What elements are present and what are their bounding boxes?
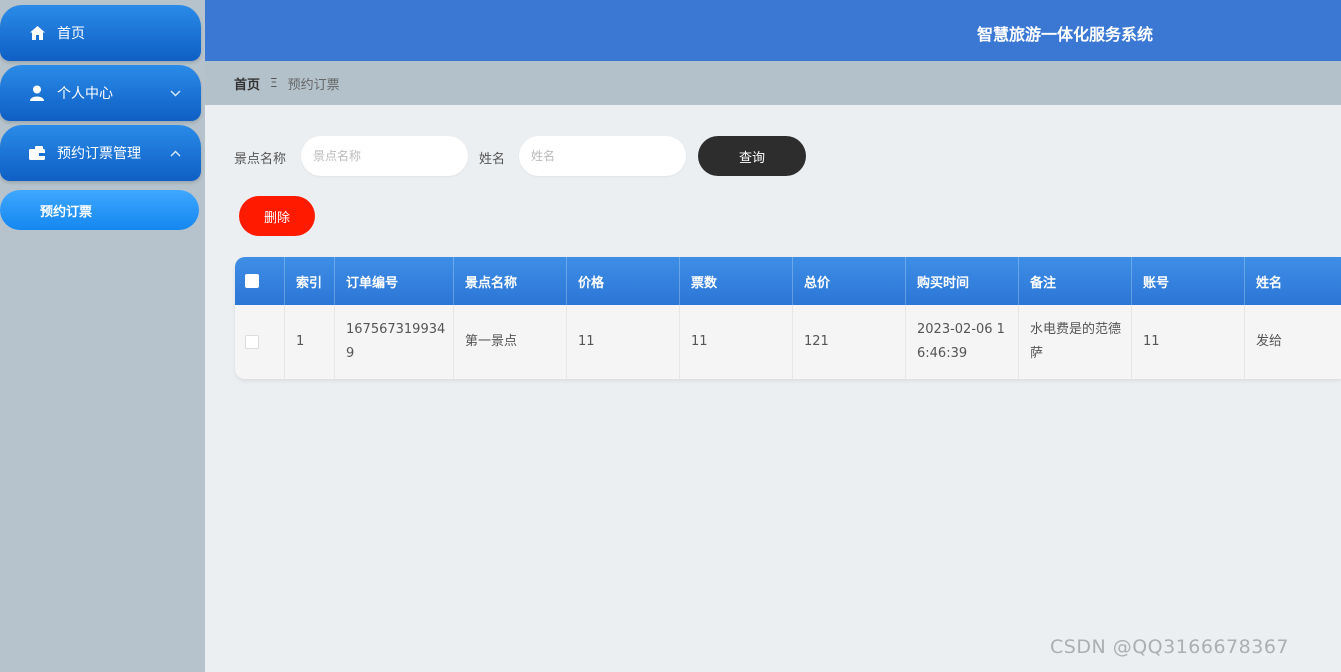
breadcrumb-current: 预约订票 — [287, 77, 340, 93]
sidebar-item-booking-management[interactable]: 预约订票管理 — [0, 125, 201, 181]
orders-table: 索引 订单编号 景点名称 价格 票数 总价 购买时间 备注 账号 姓名 1 16… — [235, 257, 1341, 379]
breadcrumb-home[interactable]: 首页 — [234, 74, 260, 93]
column-header: 订单编号 — [335, 257, 454, 305]
user-icon — [29, 85, 45, 101]
sidebar-item-label: 预约订票管理 — [57, 146, 141, 162]
column-header: 账号 — [1132, 257, 1245, 305]
sidebar-item-home[interactable]: 首页 — [0, 5, 201, 61]
table-cell: 1675673199349 — [335, 305, 454, 379]
spot-name-input[interactable] — [301, 136, 468, 176]
home-icon — [29, 25, 45, 41]
table-cell: 11 — [680, 305, 793, 379]
table-cell: 第一景点 — [454, 305, 567, 379]
query-button[interactable]: 查询 — [698, 136, 806, 176]
chevron-down-icon — [169, 87, 181, 99]
app-title: 智慧旅游一体化服务系统 — [977, 25, 1154, 44]
sidebar-item-label: 首页 — [57, 26, 85, 42]
spot-name-label: 景点名称 — [234, 152, 287, 167]
row-checkbox[interactable] — [245, 335, 259, 349]
name-label: 姓名 — [479, 152, 506, 167]
breadcrumb-separator-icon: Ξ — [270, 76, 278, 90]
sidebar-subitem-booking[interactable]: 预约订票 — [0, 190, 199, 230]
column-header: 票数 — [680, 257, 793, 305]
column-header: 索引 — [285, 257, 335, 305]
top-header: 智慧旅游一体化服务系统 — [205, 0, 1341, 61]
table-cell: 121 — [793, 305, 906, 379]
main-content: 景点名称 姓名 查询 删除 索引 订单编号 景点名称 价格 票数 总价 购买时间… — [205, 105, 1341, 672]
sidebar: 首页 个人中心 预约订票管理 预约订票 — [0, 0, 205, 672]
select-all-checkbox-cell — [235, 257, 285, 305]
column-header: 景点名称 — [454, 257, 567, 305]
table-cell: 11 — [567, 305, 680, 379]
column-header: 购买时间 — [906, 257, 1019, 305]
select-all-checkbox[interactable] — [245, 274, 259, 288]
table-header: 索引 订单编号 景点名称 价格 票数 总价 购买时间 备注 账号 姓名 — [235, 257, 1341, 305]
breadcrumb: 首页 Ξ 预约订票 — [205, 61, 1341, 105]
name-input[interactable] — [519, 136, 686, 176]
chevron-up-icon — [169, 147, 181, 159]
table-row[interactable]: 1 1675673199349 第一景点 11 11 121 2023-02-0… — [235, 305, 1341, 379]
table-cell: 1 — [285, 305, 335, 379]
delete-button[interactable]: 删除 — [239, 196, 315, 236]
table-cell: 2023-02-06 16:46:39 — [906, 305, 1019, 379]
table-cell: 水电费是的范德萨 — [1019, 305, 1132, 379]
watermark: CSDN @QQ3166678367 — [1050, 636, 1290, 658]
table-cell: 11 — [1132, 305, 1245, 379]
column-header: 备注 — [1019, 257, 1132, 305]
column-header: 姓名 — [1256, 275, 1283, 291]
table-cell: 发给 — [1256, 334, 1283, 349]
sidebar-item-personal-center[interactable]: 个人中心 — [0, 65, 201, 121]
row-checkbox-cell — [235, 305, 285, 379]
wallet-icon — [29, 145, 45, 161]
column-header: 价格 — [567, 257, 680, 305]
column-header: 总价 — [793, 257, 906, 305]
sidebar-item-label: 个人中心 — [57, 86, 113, 102]
